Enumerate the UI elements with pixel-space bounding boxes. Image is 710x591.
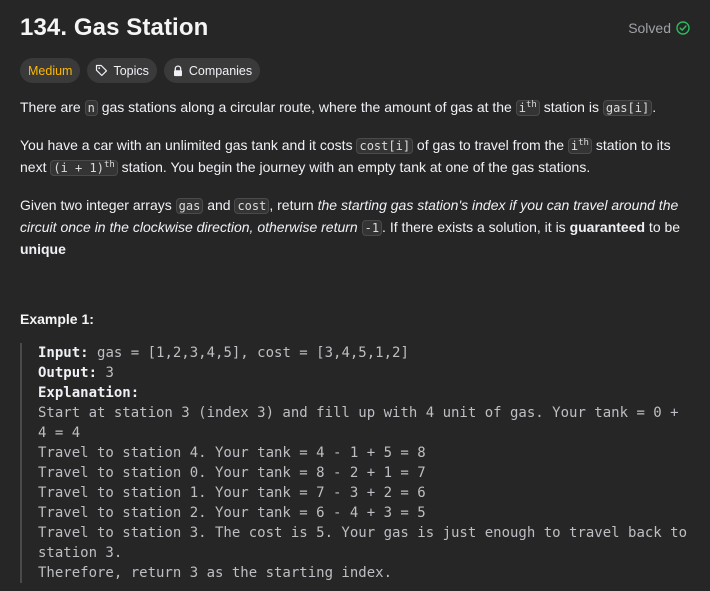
inline-code: cost[i] (356, 138, 414, 154)
explanation-line: Travel to station 2. Your tank = 6 - 4 +… (38, 505, 426, 521)
inline-code: gas (175, 198, 204, 214)
statement-paragraph-3: Given two integer arrays gas and cost, r… (20, 197, 681, 257)
problem-statement: There are n gas stations along a circula… (20, 97, 686, 276)
explanation-line: Start at station 3 (index 3) and fill up… (38, 405, 688, 441)
inline-code: gas[i] (602, 100, 653, 116)
explanation-line: Travel to station 4. Your tank = 4 - 1 +… (38, 445, 426, 461)
tag-icon (95, 64, 108, 77)
problem-title[interactable]: 134. Gas Station (20, 14, 208, 42)
inline-code: -1 (361, 220, 383, 236)
explanation-line: Therefore, return 3 as the starting inde… (38, 565, 393, 581)
difficulty-badge[interactable]: Medium (20, 58, 81, 83)
lock-icon (172, 65, 184, 77)
explanation-line: Travel to station 3. The cost is 5. Your… (38, 525, 696, 561)
example-explanation-label: Explanation: (38, 385, 140, 401)
inline-code: (i + 1)th (50, 160, 118, 176)
solved-label: Solved (628, 20, 671, 36)
topics-label: Topics (113, 63, 149, 78)
tag-row: Medium Topics Companies (20, 58, 261, 83)
companies-label: Companies (188, 63, 253, 78)
problem-description-panel: 134. Gas Station Solved Medium Topics Co… (0, 0, 710, 591)
explanation-line: Travel to station 1. Your tank = 7 - 3 +… (38, 485, 426, 501)
statement-paragraph-1: There are n gas stations along a circula… (20, 99, 657, 116)
companies-button[interactable]: Companies (163, 58, 261, 83)
statement-paragraph-2: You have a car with an unlimited gas tan… (20, 137, 671, 176)
example-1-title: Example 1: (20, 311, 94, 327)
inline-code: n (84, 100, 98, 116)
explanation-line: Travel to station 0. Your tank = 8 - 2 +… (38, 465, 426, 481)
inline-code: cost (234, 198, 270, 214)
example-1-block: Input: gas = [1,2,3,4,5], cost = [3,4,5,… (20, 343, 694, 583)
solved-status: Solved (628, 20, 690, 36)
check-circle-icon (676, 21, 690, 35)
topics-button[interactable]: Topics (87, 58, 157, 83)
inline-code: ith (515, 100, 540, 116)
title-row: 134. Gas Station Solved (20, 13, 690, 43)
difficulty-label: Medium (28, 63, 73, 78)
inline-code: ith (567, 138, 592, 154)
example-input-line: Input: gas = [1,2,3,4,5], cost = [3,4,5,… (38, 345, 409, 361)
example-output-line: Output: 3 (38, 365, 114, 381)
